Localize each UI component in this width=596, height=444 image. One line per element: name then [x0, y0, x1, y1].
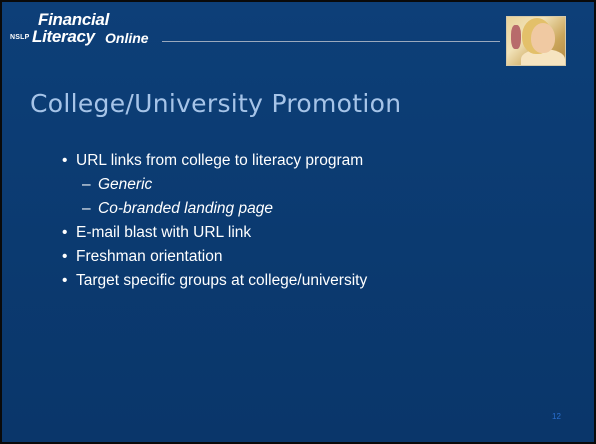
bullet-text: Freshman orientation [76, 248, 223, 265]
bullet-text: URL links from college to literacy progr… [76, 152, 364, 169]
student-photo [506, 16, 566, 66]
bullet-text: E-mail blast with URL link [76, 224, 252, 241]
bullet-text: Target specific groups at college/univer… [76, 272, 368, 289]
bullet-marker: • [62, 224, 68, 241]
slide: Financial NSLP Literacy Online College/U… [0, 0, 596, 444]
page-number: 12 [552, 412, 561, 421]
bullet-text: Generic [98, 176, 153, 193]
bullet-marker: • [62, 248, 68, 265]
logo-online: Online [105, 30, 149, 46]
bullet-marker: – [82, 200, 91, 217]
logo-nslp: NSLP [10, 34, 30, 41]
bullet-item: • URL links from college to literacy prog… [62, 149, 367, 173]
bullet-item: • E-mail blast with URL link [62, 221, 367, 245]
bullet-marker: – [82, 176, 91, 193]
bullet-text: Co-branded landing page [98, 200, 273, 217]
bullet-list: • URL links from college to literacy prog… [62, 149, 367, 293]
header-divider [162, 41, 500, 42]
bullet-item: • Freshman orientation [62, 245, 367, 269]
bullet-item: • Target specific groups at college/unive… [62, 269, 367, 293]
slide-title: College/University Promotion [30, 89, 402, 118]
logo-literacy: Literacy [32, 27, 95, 46]
bullet-marker: • [62, 272, 68, 289]
sub-bullet-item: – Co-branded landing page [62, 197, 367, 221]
bullet-marker: • [62, 152, 68, 169]
sub-bullet-item: – Generic [62, 173, 367, 197]
